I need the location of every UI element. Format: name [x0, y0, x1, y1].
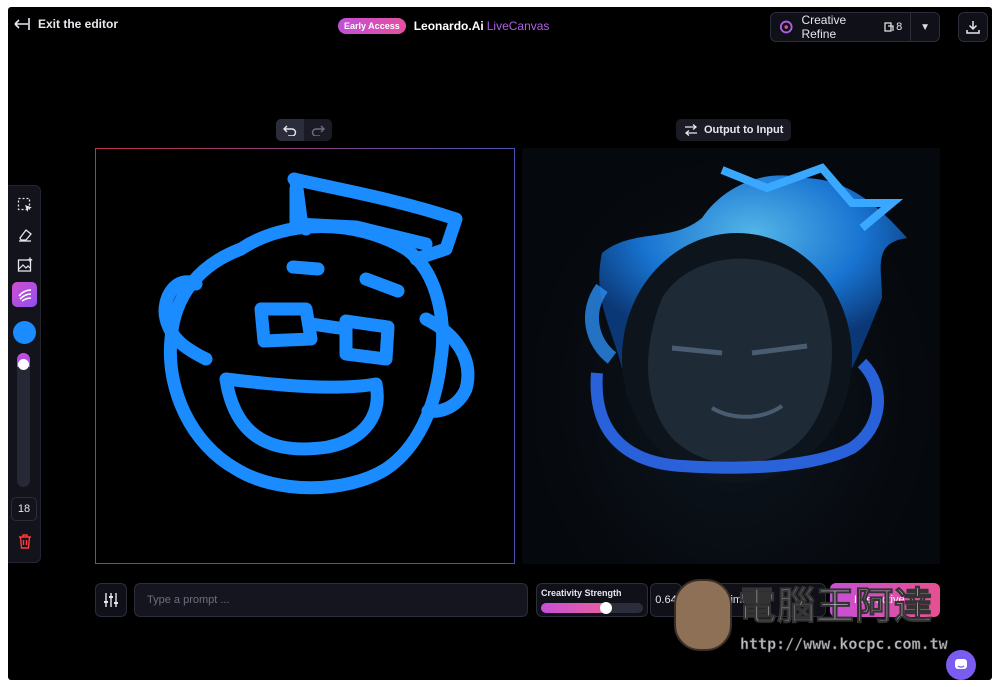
interactive-label: Interactive [853, 594, 905, 606]
sparkle-icon [779, 20, 793, 34]
refine-count-value: 8 [896, 21, 903, 33]
eraser-icon [18, 228, 32, 242]
early-access-badge: Early Access [338, 18, 406, 34]
anime-style-icon [697, 593, 711, 607]
image-add-icon [17, 257, 32, 272]
brush-icon [17, 288, 31, 302]
creativity-strength-fill [541, 603, 607, 613]
exit-editor-label: Exit the editor [38, 17, 119, 31]
sliders-icon [104, 593, 118, 607]
clear-canvas-button[interactable] [12, 529, 37, 554]
chevron-down-icon: ▼ [920, 21, 931, 33]
redo-icon [311, 125, 325, 136]
output-to-input-label: Output to Input [704, 124, 784, 136]
drawing-canvas[interactable] [95, 148, 515, 564]
brush-tool-button[interactable] [12, 282, 37, 307]
undo-button[interactable] [276, 119, 304, 141]
product-name: LiveCanvas [486, 19, 550, 33]
creative-refine-button[interactable]: Creative Refine 8 [771, 13, 912, 41]
brush-size-value[interactable]: 18 [11, 497, 37, 521]
trash-icon [18, 534, 31, 549]
brand-name: Leonardo.Ai [413, 19, 484, 33]
download-button[interactable] [958, 12, 988, 42]
creativity-strength-control: Creativity Strength [536, 583, 648, 617]
brush-color-picker[interactable] [13, 321, 36, 344]
style-select-label: Anime [717, 594, 749, 606]
select-icon [17, 197, 32, 212]
eraser-tool-button[interactable] [12, 222, 37, 247]
creativity-strength-value[interactable]: 0.64 [650, 583, 682, 617]
chat-icon [955, 659, 967, 669]
arrow-left-icon [14, 18, 30, 30]
drawing-toolbar: 18 [8, 185, 41, 563]
sketch-drawing [158, 172, 475, 495]
style-select[interactable]: Anime ▼ [686, 583, 826, 617]
creative-refine-label: Creative Refine [801, 13, 847, 41]
redo-button[interactable] [304, 119, 332, 141]
creativity-strength-knob[interactable] [600, 602, 613, 614]
select-tool-button[interactable] [12, 192, 37, 217]
download-icon [966, 21, 980, 34]
token-icon [884, 22, 894, 32]
app-title: Early Access Leonardo.Ai LiveCanvas [338, 18, 549, 34]
watermark-url: http://www.kocpc.com.tw [740, 635, 948, 654]
undo-icon [283, 125, 297, 136]
brush-size-knob[interactable] [18, 359, 29, 370]
output-image [522, 148, 940, 564]
output-to-input-button[interactable]: Output to Input [676, 119, 792, 141]
chat-support-button[interactable] [946, 650, 976, 680]
creativity-strength-slider[interactable] [541, 602, 643, 614]
live-canvas-editor: Exit the editor Early Access Leonardo.Ai… [8, 7, 992, 680]
swap-icon [684, 124, 698, 136]
anime-portrait [584, 163, 907, 483]
chevron-down-icon: ▼ [806, 595, 815, 605]
creativity-strength-label: Creativity Strength [541, 588, 622, 598]
prompt-input[interactable] [134, 583, 528, 617]
exit-editor-button[interactable]: Exit the editor [14, 17, 118, 31]
refine-dropdown-button[interactable]: ▼ [911, 13, 939, 41]
creative-refine-control: Creative Refine 8 ▼ [770, 12, 940, 42]
generation-settings-button[interactable] [95, 583, 127, 617]
play-icon: ▸ [910, 594, 917, 607]
refine-token-count: 8 [884, 21, 902, 33]
brush-size-slider[interactable] [17, 353, 30, 487]
add-image-tool-button[interactable] [12, 252, 37, 277]
interactive-toggle-button[interactable]: Interactive ▸ [830, 583, 940, 617]
undo-redo-group [276, 119, 332, 141]
